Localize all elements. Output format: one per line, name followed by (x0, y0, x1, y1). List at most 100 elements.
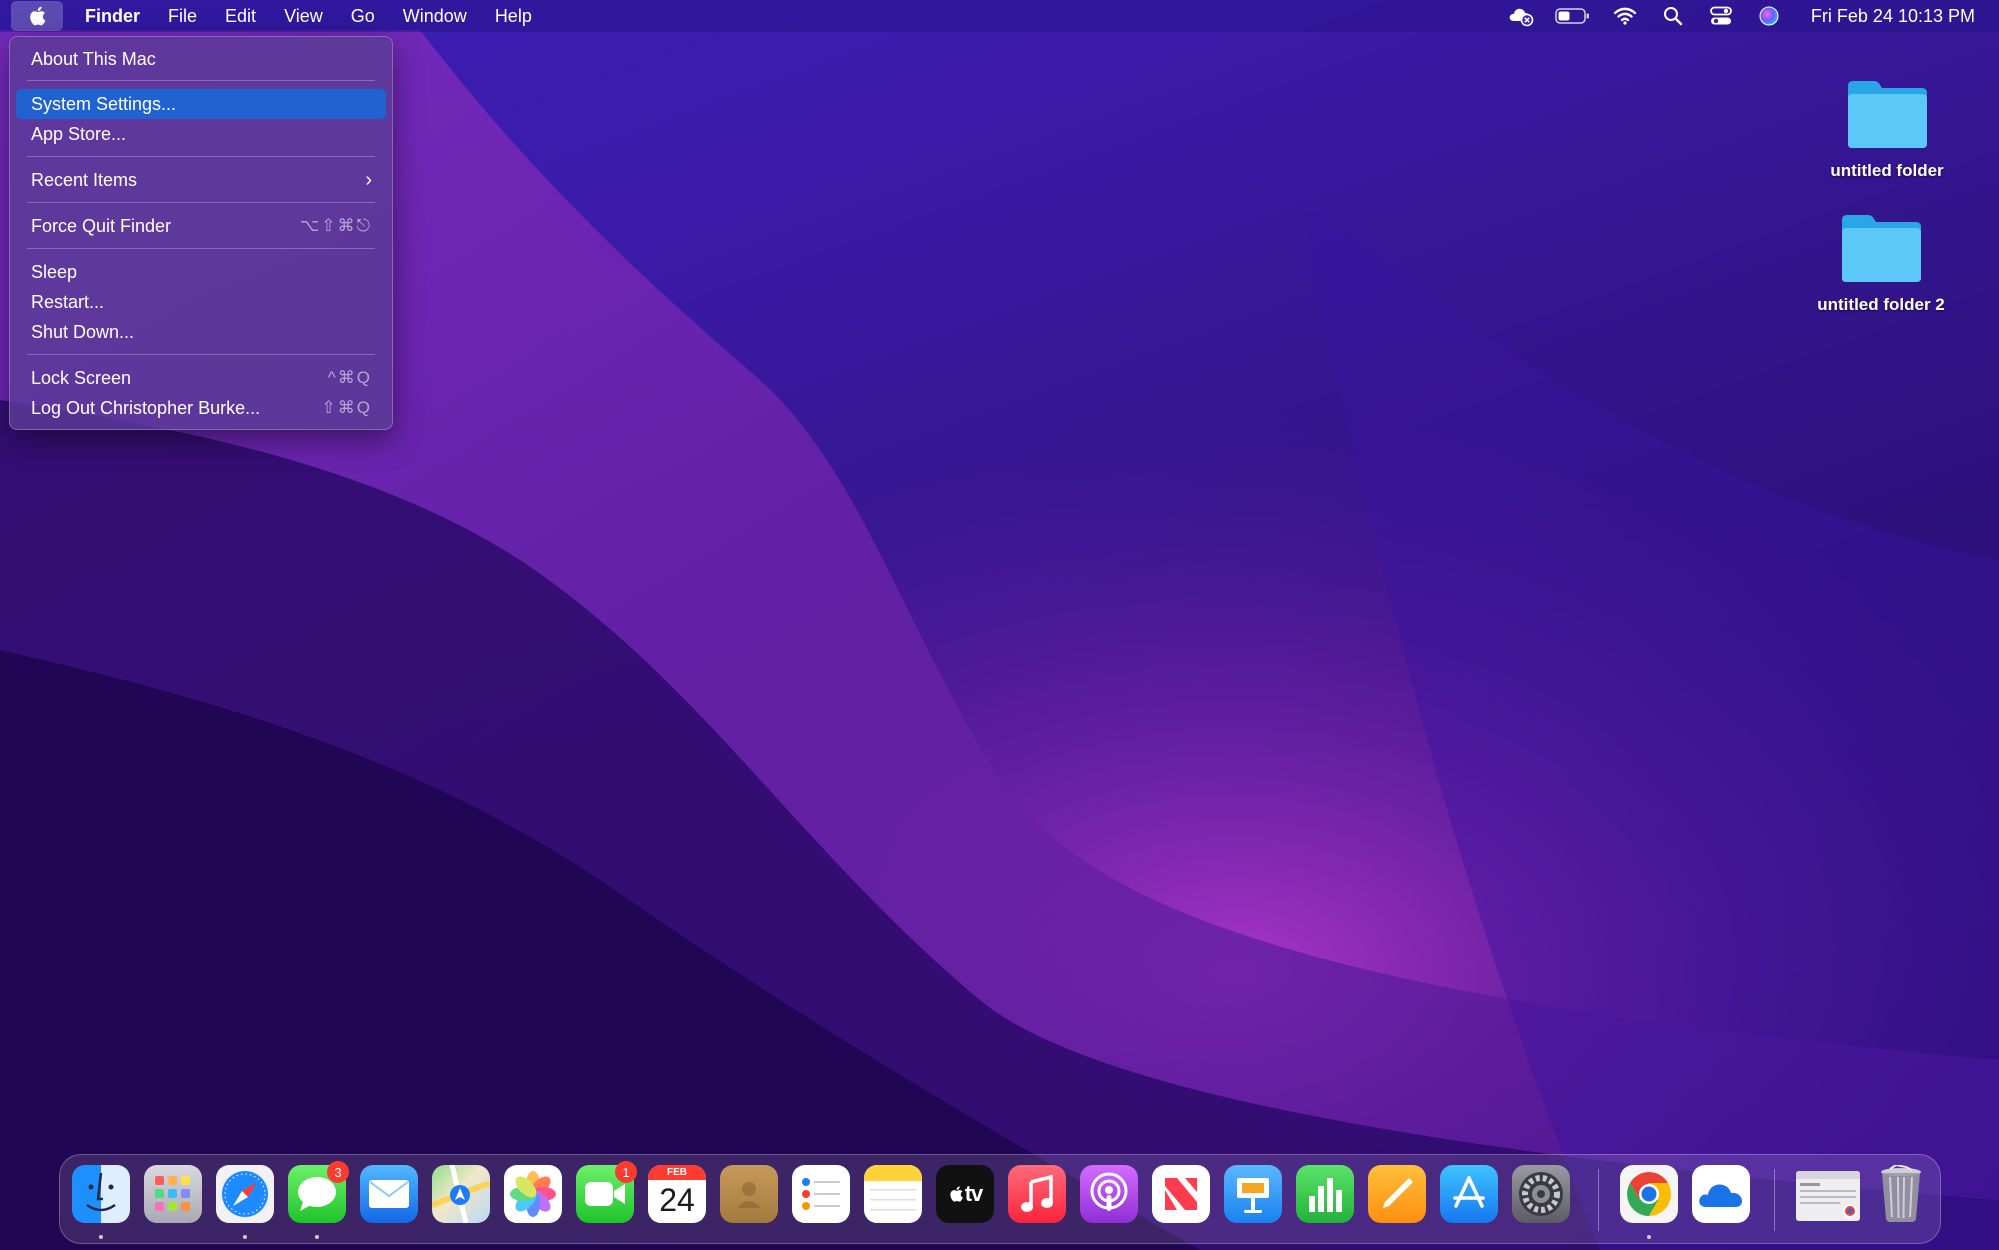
menu-item-shortcut: ^⌘Q (327, 368, 372, 387)
running-indicator (1647, 1235, 1651, 1239)
icloud-error-icon[interactable] (1506, 4, 1536, 28)
menu-item-shortcut: ⌥⇧⌘⎋ (299, 216, 372, 235)
calendar-month: FEB (648, 1165, 706, 1180)
menu-item-label: About This Mac (31, 48, 156, 69)
facetime-icon (585, 1182, 625, 1206)
dock-trash[interactable] (1872, 1165, 1930, 1223)
dock-onedrive[interactable] (1692, 1165, 1750, 1223)
menu-item-label: Force Quit Finder (31, 215, 172, 236)
apple-menu-button[interactable] (11, 1, 63, 31)
dock-news[interactable] (1152, 1165, 1210, 1223)
dock-pages[interactable] (1368, 1165, 1426, 1223)
menu-item-sleep[interactable]: Sleep (16, 257, 386, 287)
menu-item-shut-down[interactable]: Shut Down... (16, 317, 386, 347)
reminders-icon (802, 1178, 840, 1210)
dock: 3 1 FEB 24 tv (59, 1154, 1941, 1244)
apple-logo-icon (30, 6, 46, 26)
dock-google-chrome[interactable] (1620, 1165, 1678, 1223)
menu-separator (27, 248, 375, 249)
dock-notes[interactable] (864, 1165, 922, 1223)
menu-bar: Finder File Edit View Go Window Help Fri… (0, 0, 1999, 32)
dock-finder[interactable] (72, 1165, 130, 1223)
window-thumbnail-icon (1796, 1171, 1860, 1218)
menu-help[interactable]: Help (481, 0, 546, 32)
music-icon (1021, 1174, 1053, 1212)
dock-minimized-window[interactable] (1796, 1171, 1860, 1221)
spotlight-icon[interactable] (1658, 4, 1688, 28)
dock-numbers[interactable] (1296, 1165, 1354, 1223)
dock-system-settings[interactable] (1512, 1165, 1570, 1223)
notification-badge: 3 (327, 1161, 349, 1183)
mail-icon (369, 1180, 409, 1208)
chevron-right-icon: › (365, 168, 372, 191)
menu-finder[interactable]: Finder (63, 0, 154, 32)
menu-file[interactable]: File (154, 0, 211, 32)
menu-item-restart[interactable]: Restart... (16, 287, 386, 317)
photos-icon (510, 1171, 556, 1217)
menu-bar-clock[interactable]: Fri Feb 24 10:13 PM (1793, 6, 1999, 27)
siri-icon[interactable] (1754, 4, 1784, 28)
dock-podcasts[interactable] (1080, 1165, 1138, 1223)
menu-item-force-quit[interactable]: Force Quit Finder ⌥⇧⌘⎋ (16, 211, 386, 241)
menu-go[interactable]: Go (337, 0, 389, 32)
menu-item-app-store[interactable]: App Store... (16, 119, 386, 149)
apple-tv-icon: tv (948, 1181, 983, 1207)
menu-window[interactable]: Window (389, 0, 481, 32)
dock-maps[interactable] (432, 1165, 490, 1223)
folder-icon (1842, 215, 1921, 282)
dock-separator (1598, 1169, 1599, 1231)
menu-item-about-this-mac[interactable]: About This Mac (16, 44, 386, 74)
folder-icon (1848, 81, 1927, 148)
menu-item-shortcut: ⇧⌘Q (321, 398, 372, 417)
menu-item-label: System Settings... (31, 93, 177, 114)
numbers-icon (1309, 1178, 1342, 1212)
apple-menu-dropdown: About This Mac System Settings... App St… (9, 36, 393, 430)
dock-calendar[interactable]: FEB 24 (648, 1165, 706, 1223)
menu-item-system-settings[interactable]: System Settings... (16, 89, 386, 119)
menu-separator (27, 354, 375, 355)
dock-separator (1774, 1169, 1775, 1231)
pages-icon (1383, 1178, 1413, 1208)
desktop-folder[interactable]: untitled folder 2 (1806, 212, 1956, 315)
dock-apple-tv[interactable]: tv (936, 1165, 994, 1223)
menu-item-label: Shut Down... (31, 321, 135, 342)
dock-launchpad[interactable] (144, 1165, 202, 1223)
dock-reminders[interactable] (792, 1165, 850, 1223)
running-indicator (243, 1235, 247, 1239)
wifi-icon[interactable] (1610, 4, 1640, 28)
menu-item-recent-items[interactable]: Recent Items › (16, 165, 386, 195)
menu-item-log-out[interactable]: Log Out Christopher Burke... ⇧⌘Q (16, 393, 386, 423)
dock-safari[interactable] (216, 1165, 274, 1223)
finder-icon (86, 1172, 116, 1212)
trash-icon (1881, 1165, 1921, 1222)
dock-photos[interactable] (504, 1165, 562, 1223)
dock-keynote[interactable] (1224, 1165, 1282, 1223)
contacts-icon (737, 1182, 761, 1208)
menu-separator (27, 156, 375, 157)
menu-item-label: Log Out Christopher Burke... (31, 397, 261, 418)
desktop-item-label: untitled folder 2 (1817, 295, 1945, 314)
menu-view[interactable]: View (270, 0, 337, 32)
menu-item-label: App Store... (31, 123, 127, 144)
menu-edit[interactable]: Edit (211, 0, 270, 32)
system-settings-icon (1519, 1172, 1563, 1216)
running-indicator (315, 1235, 319, 1239)
dock-mail[interactable] (360, 1165, 418, 1223)
desktop-folder[interactable]: untitled folder (1812, 78, 1962, 181)
menu-item-lock-screen[interactable]: Lock Screen ^⌘Q (16, 363, 386, 393)
menu-item-label: Recent Items (31, 169, 138, 190)
control-center-icon[interactable] (1706, 4, 1736, 28)
desktop-item-label: untitled folder (1830, 161, 1944, 180)
battery-icon[interactable] (1554, 4, 1592, 28)
dock-app-store[interactable] (1440, 1165, 1498, 1223)
podcasts-icon (1090, 1172, 1128, 1211)
dock-music[interactable] (1008, 1165, 1066, 1223)
chrome-icon (1627, 1172, 1671, 1216)
notes-icon (864, 1165, 922, 1211)
menu-item-label: Restart... (31, 291, 105, 312)
dock-contacts[interactable] (720, 1165, 778, 1223)
menu-item-label: Lock Screen (31, 367, 132, 388)
menu-item-label: Sleep (31, 261, 78, 282)
menu-separator (27, 202, 375, 203)
app-store-icon (1453, 1176, 1485, 1208)
